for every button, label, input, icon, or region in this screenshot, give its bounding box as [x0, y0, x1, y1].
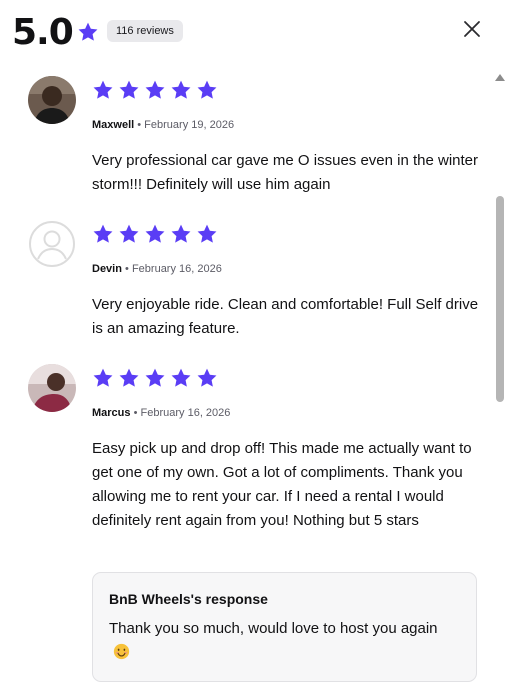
- user-photo-icon: [28, 364, 76, 412]
- review-date: February 16, 2026: [140, 407, 231, 419]
- close-icon[interactable]: [463, 20, 481, 38]
- avatar: [28, 76, 76, 124]
- star-icon: [119, 368, 139, 387]
- host-response-text-block: Thank you so much, would love to host yo…: [109, 617, 449, 665]
- review-date: February 19, 2026: [144, 119, 235, 131]
- star-icon: [197, 224, 217, 243]
- star-icon: [145, 80, 165, 99]
- avatar: [28, 364, 76, 412]
- host-response-title: BnB Wheels's response: [109, 591, 268, 607]
- avatar: [28, 220, 76, 268]
- star-icon: [93, 368, 113, 387]
- star-icon: [119, 80, 139, 99]
- reviews-header: 5.0 116 reviews: [12, 10, 519, 56]
- reviews-count-badge: 116 reviews: [107, 20, 183, 42]
- review-text: Easy pick up and drop off! This made me …: [92, 440, 472, 529]
- review-author: Devin: [92, 263, 122, 275]
- review-text: Very enjoyable ride. Clean and comfortab…: [92, 296, 479, 337]
- meta-separator: •: [133, 407, 138, 419]
- star-icon: [197, 368, 217, 387]
- overall-rating: 5.0: [12, 12, 74, 53]
- review-meta: Maxwell • February 19, 2026: [92, 119, 234, 131]
- star-rating: [92, 223, 218, 245]
- star-icon: [171, 368, 191, 387]
- star-icon: [197, 80, 217, 99]
- review-text: Very professional car gave me O issues e…: [92, 152, 479, 193]
- review-meta: Devin • February 16, 2026: [92, 263, 222, 275]
- star-icon: [93, 224, 113, 243]
- star-rating: [92, 367, 218, 389]
- user-photo-icon: [28, 76, 76, 124]
- review-author: Maxwell: [92, 119, 135, 131]
- review-date: February 16, 2026: [131, 263, 222, 275]
- review-author: Marcus: [92, 407, 131, 419]
- star-icon: [93, 80, 113, 99]
- star-icon: [145, 368, 165, 387]
- host-response-text: Thank you so much, would love to host yo…: [109, 620, 438, 637]
- review-meta: Marcus • February 16, 2026: [92, 407, 230, 419]
- default-user-icon: [29, 221, 75, 267]
- star-icon: [145, 224, 165, 243]
- star-icon: [171, 224, 191, 243]
- meta-separator: •: [137, 119, 142, 131]
- star-icon: [171, 80, 191, 99]
- reviews-list[interactable]: Maxwell • February 19, 2026 Very profess…: [0, 66, 519, 696]
- star-icon: [78, 22, 98, 41]
- meta-separator: •: [125, 263, 129, 275]
- smiling-face-emoji-icon: [113, 643, 130, 660]
- host-response: BnB Wheels's response Thank you so much,…: [92, 572, 477, 682]
- star-rating: [92, 79, 218, 101]
- star-icon: [119, 224, 139, 243]
